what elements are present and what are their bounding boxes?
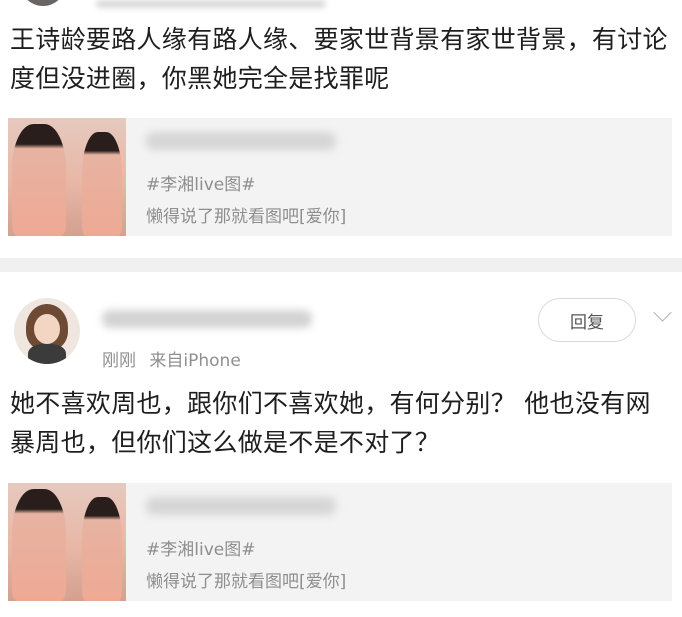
post-divider — [0, 258, 682, 272]
post-source: 来自iPhone — [149, 351, 241, 371]
username-blurred[interactable] — [102, 310, 312, 328]
post-meta: 刚刚 来自iPhone — [102, 346, 241, 371]
post-text: 王诗龄要路人缘有路人缘、要家世背景有家世背景，有讨论度但没进圈，你黑她完全是找罪… — [10, 25, 668, 93]
avatar-face — [34, 314, 60, 344]
person-figure — [12, 489, 66, 601]
shared-post-card[interactable]: #李湘live图# 懒得说了那就看图吧[爱你] — [8, 483, 672, 601]
post-text: 她不喜欢周也，跟你们不喜欢她，有何分别？ 他也没有网暴周也，但你们这么做是不是不… — [10, 389, 651, 457]
person-figure — [12, 124, 66, 236]
post-time: 刚刚 — [102, 351, 136, 371]
reply-button[interactable]: 回复 — [538, 298, 636, 342]
card-description: 懒得说了那就看图吧[爱你] — [146, 572, 347, 592]
shared-post-card[interactable]: #李湘live图# 懒得说了那就看图吧[爱你] — [8, 118, 672, 236]
person-figure — [82, 497, 122, 601]
user-avatar[interactable] — [14, 298, 80, 364]
card-hashtag[interactable]: #李湘live图# — [146, 170, 255, 195]
previous-user-avatar[interactable] — [20, 0, 66, 6]
card-thumbnail — [8, 483, 126, 601]
avatar-body — [28, 344, 66, 364]
card-thumbnail — [8, 118, 126, 236]
chevron-down-icon[interactable] — [653, 303, 672, 322]
card-title-blurred — [146, 132, 336, 150]
card-hashtag[interactable]: #李湘live图# — [146, 535, 255, 560]
card-description: 懒得说了那就看图吧[爱你] — [146, 207, 347, 227]
previous-username-blurred — [96, 0, 326, 8]
card-title-blurred — [146, 497, 336, 515]
person-figure — [82, 132, 122, 236]
